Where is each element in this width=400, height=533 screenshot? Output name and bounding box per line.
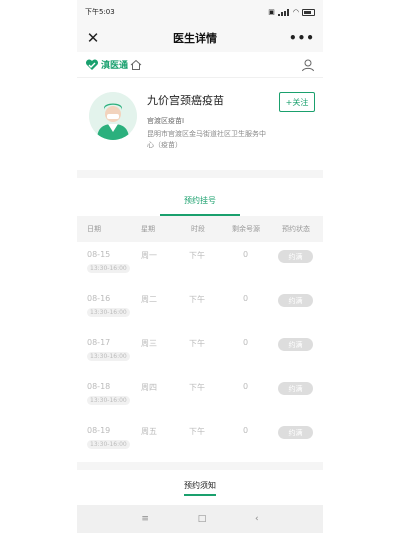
row-week: 周二: [141, 295, 157, 304]
signal-icon: [277, 8, 290, 16]
row-time: 13:30-16:00: [87, 440, 130, 449]
table-header: 日期 星期 时段 剩余号源 预约状态: [77, 216, 323, 242]
table-row: 08-18 周四 下午 0 13:30-16:00 约满: [77, 374, 323, 418]
close-icon[interactable]: ✕: [85, 30, 101, 46]
doctor-title: 官渡区疫苗I: [147, 117, 185, 125]
row-period: 下午: [189, 427, 205, 436]
brand-name: 滇医通: [101, 61, 129, 71]
header-period: 时段: [191, 225, 205, 233]
row-period: 下午: [189, 295, 205, 304]
system-nav-bar: ≡ □ ‹: [77, 505, 323, 533]
back-icon[interactable]: ‹: [255, 514, 259, 524]
row-remain: 0: [243, 294, 249, 303]
section-gap: [77, 170, 323, 178]
page-title: 医生详情: [172, 32, 217, 45]
row-date: 08-18: [87, 382, 111, 391]
table-row: 08-17 周三 下午 0 13:30-16:00 约满: [77, 330, 323, 374]
row-date: 08-16: [87, 294, 111, 303]
battery-icon: [302, 8, 315, 16]
doctor-card: 九价宫颈癌疫苗 官渡区疫苗I 昆明市官渡区金马街道社区卫生服务中心（疫苗） +关…: [77, 78, 323, 170]
row-remain: 0: [243, 250, 249, 259]
row-state-badge[interactable]: 约满: [278, 426, 313, 439]
tab-appointment[interactable]: 预约挂号: [160, 195, 240, 216]
doctor-hospital: 昆明市官渡区金马街道社区卫生服务中心（疫苗）: [147, 130, 266, 149]
more-icon[interactable]: •••: [289, 31, 315, 45]
menu-icon[interactable]: ≡: [141, 514, 149, 524]
doctor-avatar: [89, 92, 137, 140]
phone-screen: 下午5:03 ▣ ◠ ✕ 医生详情 ••• 滇医通 九价宫颈癌疫苗 官渡区疫苗I…: [77, 0, 323, 533]
brand-bar: 滇医通: [77, 52, 323, 78]
row-date: 08-17: [87, 338, 111, 347]
row-remain: 0: [243, 338, 249, 347]
status-time: 下午5:03: [85, 8, 115, 16]
wifi-icon: ◠: [292, 8, 299, 16]
row-week: 周三: [141, 339, 157, 348]
notice-section: 预约须知: [77, 470, 323, 506]
heart-logo-icon: [85, 58, 99, 70]
table-row: 08-16 周二 下午 0 13:30-16:00 约满: [77, 286, 323, 330]
brand-logo[interactable]: 滇医通: [85, 58, 142, 71]
doctor-name: 九价宫颈癌疫苗: [147, 94, 224, 107]
header-state: 预约状态: [282, 225, 310, 233]
row-date: 08-15: [87, 250, 111, 259]
row-remain: 0: [243, 382, 249, 391]
row-time: 13:30-16:00: [87, 308, 130, 317]
status-icons: ▣ ◠: [268, 8, 315, 16]
notice-tab[interactable]: 预约须知: [184, 480, 216, 496]
row-week: 周一: [141, 251, 157, 260]
row-time: 13:30-16:00: [87, 352, 130, 361]
header-date: 日期: [87, 225, 101, 233]
row-week: 周五: [141, 427, 157, 436]
home-square-icon[interactable]: □: [198, 514, 207, 524]
row-time: 13:30-16:00: [87, 396, 130, 405]
table-row: 08-15 周一 下午 0 13:30-16:00 约满: [77, 242, 323, 286]
nav-bar: ✕ 医生详情 •••: [77, 24, 323, 52]
row-week: 周四: [141, 383, 157, 392]
row-state-badge[interactable]: 约满: [278, 294, 313, 307]
row-state-badge[interactable]: 约满: [278, 250, 313, 263]
row-date: 08-19: [87, 426, 111, 435]
user-icon[interactable]: [301, 58, 315, 72]
doctor-avatar-icon: [89, 92, 137, 140]
row-period: 下午: [189, 383, 205, 392]
row-state-badge[interactable]: 约满: [278, 338, 313, 351]
status-bar: 下午5:03 ▣ ◠: [77, 0, 323, 24]
row-state-badge[interactable]: 约满: [278, 382, 313, 395]
table-row: 08-19 周五 下午 0 13:30-16:00 约满: [77, 418, 323, 462]
row-time: 13:30-16:00: [87, 264, 130, 273]
follow-button[interactable]: +关注: [279, 92, 315, 112]
row-remain: 0: [243, 426, 249, 435]
row-period: 下午: [189, 339, 205, 348]
row-period: 下午: [189, 251, 205, 260]
header-remain: 剩余号源: [232, 225, 260, 233]
tab-bar: 预约挂号: [77, 178, 323, 216]
header-week: 星期: [141, 225, 155, 233]
schedule-table: 日期 星期 时段 剩余号源 预约状态 08-15 周一 下午 0 13:30-1…: [77, 216, 323, 462]
home-icon[interactable]: [130, 59, 142, 71]
sim-icon: ▣: [268, 8, 275, 16]
